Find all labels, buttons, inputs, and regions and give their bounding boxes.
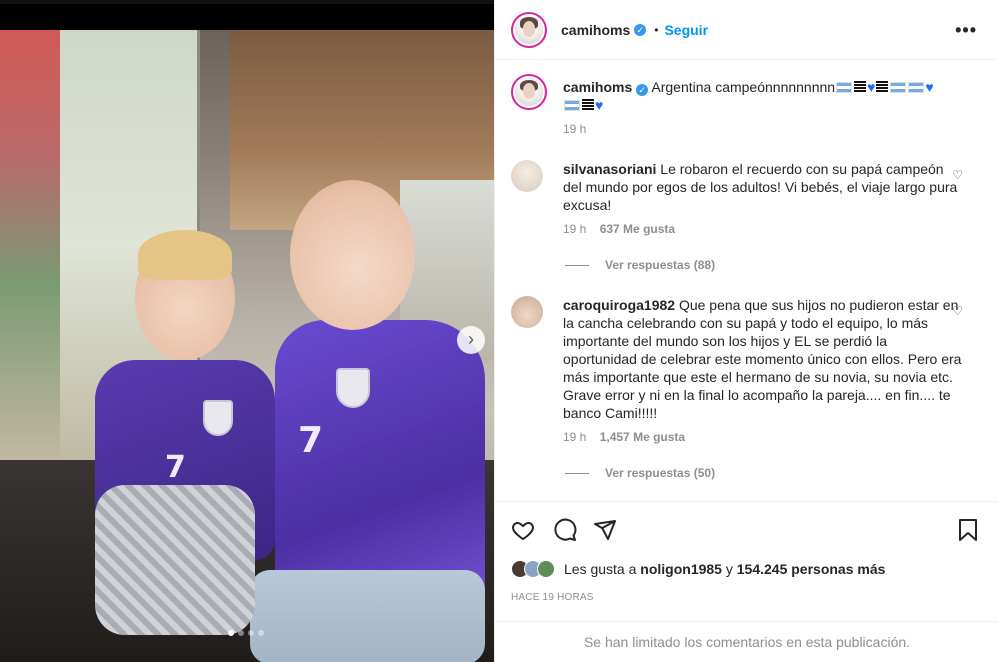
comments-list[interactable]: camihoms ✓ Argentina campeónnnnnnnnn ♥ ♥ ♥ … [495,60,998,501]
chevron-right-icon: › [468,329,474,349]
girl-skirt [250,570,485,662]
jersey-number: 7 [298,420,324,461]
post-side-panel: camihoms ✓ • Seguir ••• camihoms ✓ Argent… [494,0,998,662]
caption-time: 19 h [563,122,587,136]
comment: silvanasoriani Le robaron el recuerdo co… [511,160,981,236]
comment-username[interactable]: caroquiroga1982 [563,297,675,313]
carousel-dot [248,630,254,636]
carousel-dots [228,630,264,636]
comment-text: Que pena que sus hijos no pudieron estar… [563,297,962,421]
post-media[interactable]: 7 7 › [0,4,494,662]
divider-line [565,472,589,474]
caption: camihoms ✓ Argentina campeónnnnnnnnn ♥ ♥ ♥ … [511,74,981,136]
black-heart-icon [854,81,867,93]
likes-summary: Les gusta a noligon1985 y 154.245 person… [511,560,885,578]
carousel-dot [228,630,234,636]
share-icon[interactable] [593,518,617,547]
boy-hair [138,230,232,280]
argentina-flag-icon [564,100,580,111]
caption-body: Argentina campeónnnnnnnnn [651,79,836,95]
argentina-flag-icon [890,82,907,93]
blue-heart-icon: ♥ [595,97,604,113]
view-replies-button[interactable]: Ver respuestas (88) [565,258,715,272]
divider-line [565,264,589,266]
afa-crest-icon [336,368,370,408]
post-time[interactable]: HACE 19 HORAS [511,592,594,603]
comment: caroquiroga1982 Que pena que sus hijos n… [511,296,981,444]
post-photo[interactable]: 7 7 [0,30,494,662]
boy-blanket [95,485,255,635]
liker-username[interactable]: noligon1985 [640,561,722,577]
commenter-avatar[interactable] [511,160,543,192]
comment-time: 19 h [563,430,587,444]
post-actions: Les gusta a noligon1985 y 154.245 person… [495,501,998,662]
view-replies-button[interactable]: Ver respuestas (50) [565,466,715,480]
girl-face [290,180,415,330]
caption-text: camihoms ✓ Argentina campeónnnnnnnnn ♥ ♥ ♥ [563,78,981,114]
likes-count[interactable]: 154.245 personas más [737,561,886,577]
verified-badge-icon: ✓ [634,23,647,36]
comment-icon[interactable] [553,518,577,547]
comments-limited-notice: Se han limitado los comentarios en esta … [495,621,998,662]
comment-likes[interactable]: 1,457 Me gusta [600,430,685,444]
heart-icon[interactable] [511,518,535,547]
post-header: camihoms ✓ • Seguir ••• [495,0,998,60]
likes-text: Les gusta a noligon1985 y 154.245 person… [564,561,886,577]
avatar[interactable] [511,11,547,48]
argentina-flag-icon [836,82,853,93]
header-username[interactable]: camihoms [561,22,630,38]
blue-heart-icon: ♥ [867,79,876,95]
commenter-avatar[interactable] [511,296,543,328]
afa-crest-icon [203,400,233,436]
comment-likes[interactable]: 637 Me gusta [600,222,675,236]
black-heart-icon [876,81,889,93]
comment-username[interactable]: silvanasoriani [563,161,656,177]
comment-time: 19 h [563,222,587,236]
bookmark-icon[interactable] [957,518,979,547]
separator-dot: • [654,22,659,37]
caption-username[interactable]: camihoms [563,79,632,95]
caption-avatar[interactable] [511,74,547,110]
argentina-flag-icon [908,82,925,93]
carousel-dot [258,630,264,636]
liker-avatar[interactable] [537,560,555,578]
jersey-number: 7 [165,450,186,485]
more-options-icon[interactable]: ••• [955,20,977,41]
black-heart-icon [582,99,594,111]
blue-heart-icon: ♥ [925,79,934,95]
heart-icon[interactable]: ♡ [952,168,963,182]
verified-badge-icon: ✓ [636,84,649,96]
heart-icon[interactable]: ♡ [952,304,963,318]
follow-button[interactable]: Seguir [664,22,708,38]
carousel-next-button[interactable]: › [457,326,485,354]
carousel-dot [238,630,244,636]
